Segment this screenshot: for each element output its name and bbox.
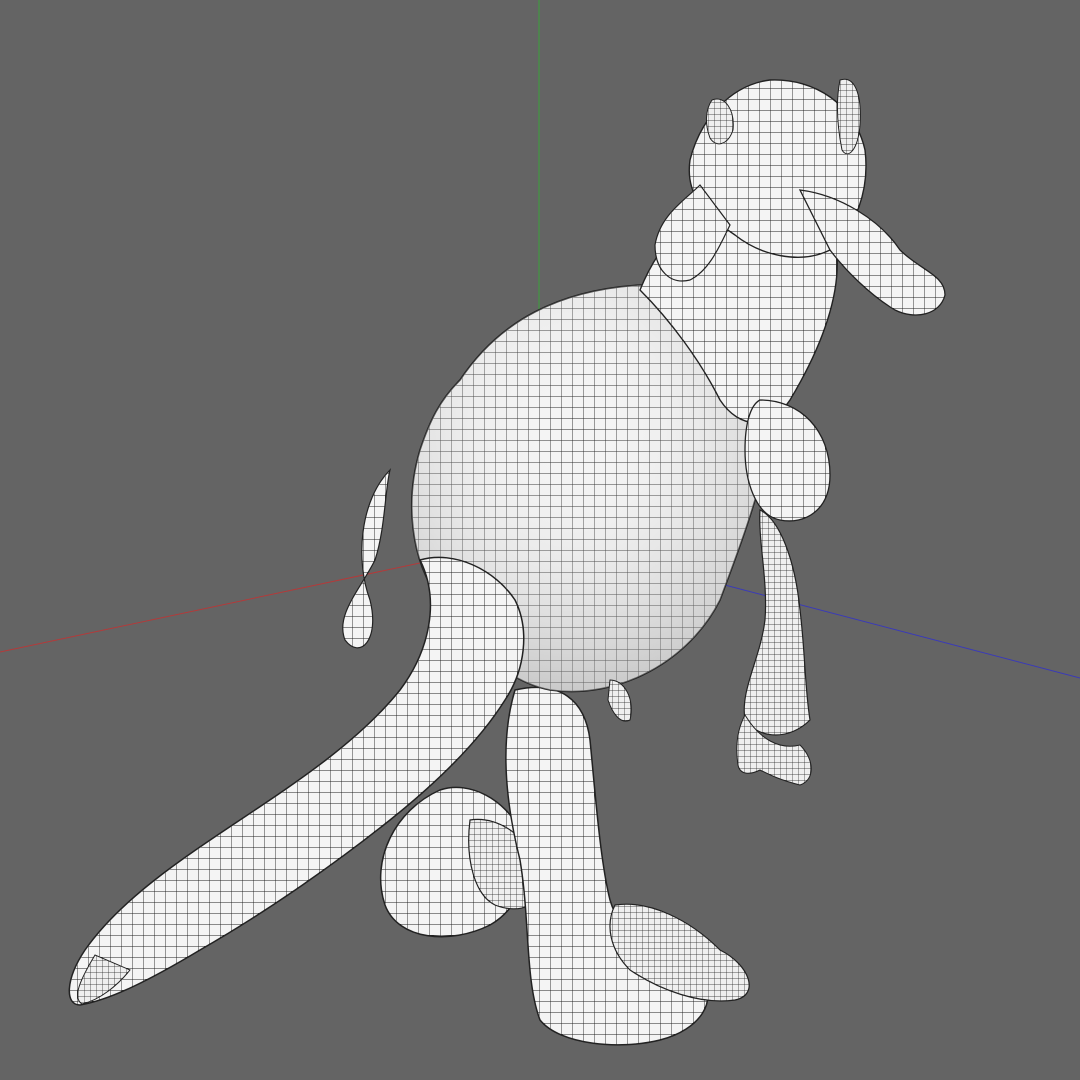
dinosaur-mesh[interactable] [68,78,946,1046]
3d-viewport[interactable] [0,0,1080,1080]
viewport-canvas [0,0,1080,1046]
z-axis-line [674,571,1080,679]
tail [68,556,525,1006]
right-arm [736,399,831,786]
left-arm [607,679,632,722]
